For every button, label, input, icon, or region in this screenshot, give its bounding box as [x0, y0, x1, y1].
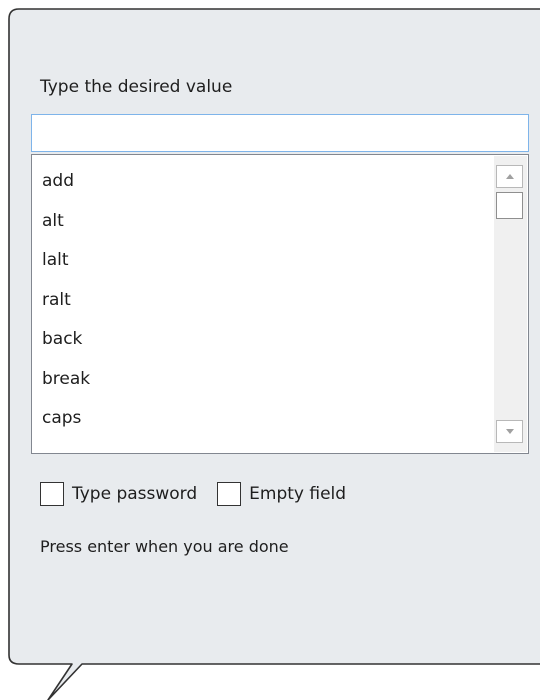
key-list[interactable]: add alt lalt ralt back break caps	[31, 154, 529, 454]
scroll-up-button[interactable]	[496, 165, 523, 188]
empty-field-option[interactable]: Empty field	[217, 482, 346, 506]
hint-text: Press enter when you are done	[40, 537, 289, 556]
prompt-dialog: Type the desired value add alt lalt ralt…	[0, 0, 540, 700]
list-item[interactable]: alt	[42, 204, 90, 244]
type-password-option[interactable]: Type password	[40, 482, 197, 506]
triangle-up-icon	[505, 174, 514, 179]
list-item[interactable]: add	[42, 164, 90, 204]
list-item[interactable]: caps	[42, 401, 90, 441]
triangle-down-icon	[505, 429, 514, 434]
scroll-down-button[interactable]	[496, 420, 523, 443]
vertical-scrollbar[interactable]	[494, 156, 527, 452]
scroll-thumb[interactable]	[496, 192, 523, 219]
type-password-checkbox[interactable]	[40, 482, 64, 506]
list-item[interactable]: ralt	[42, 283, 90, 323]
list-item[interactable]: back	[42, 322, 90, 362]
type-password-label[interactable]: Type password	[72, 484, 197, 504]
empty-field-checkbox[interactable]	[217, 482, 242, 506]
key-list-items: add alt lalt ralt back break caps	[42, 164, 90, 441]
value-input[interactable]	[31, 114, 529, 152]
list-item[interactable]: break	[42, 362, 90, 402]
prompt-label: Type the desired value	[40, 77, 233, 97]
options-row: Type password Empty field	[40, 480, 366, 508]
list-item[interactable]: lalt	[42, 243, 90, 283]
empty-field-label[interactable]: Empty field	[249, 484, 346, 504]
